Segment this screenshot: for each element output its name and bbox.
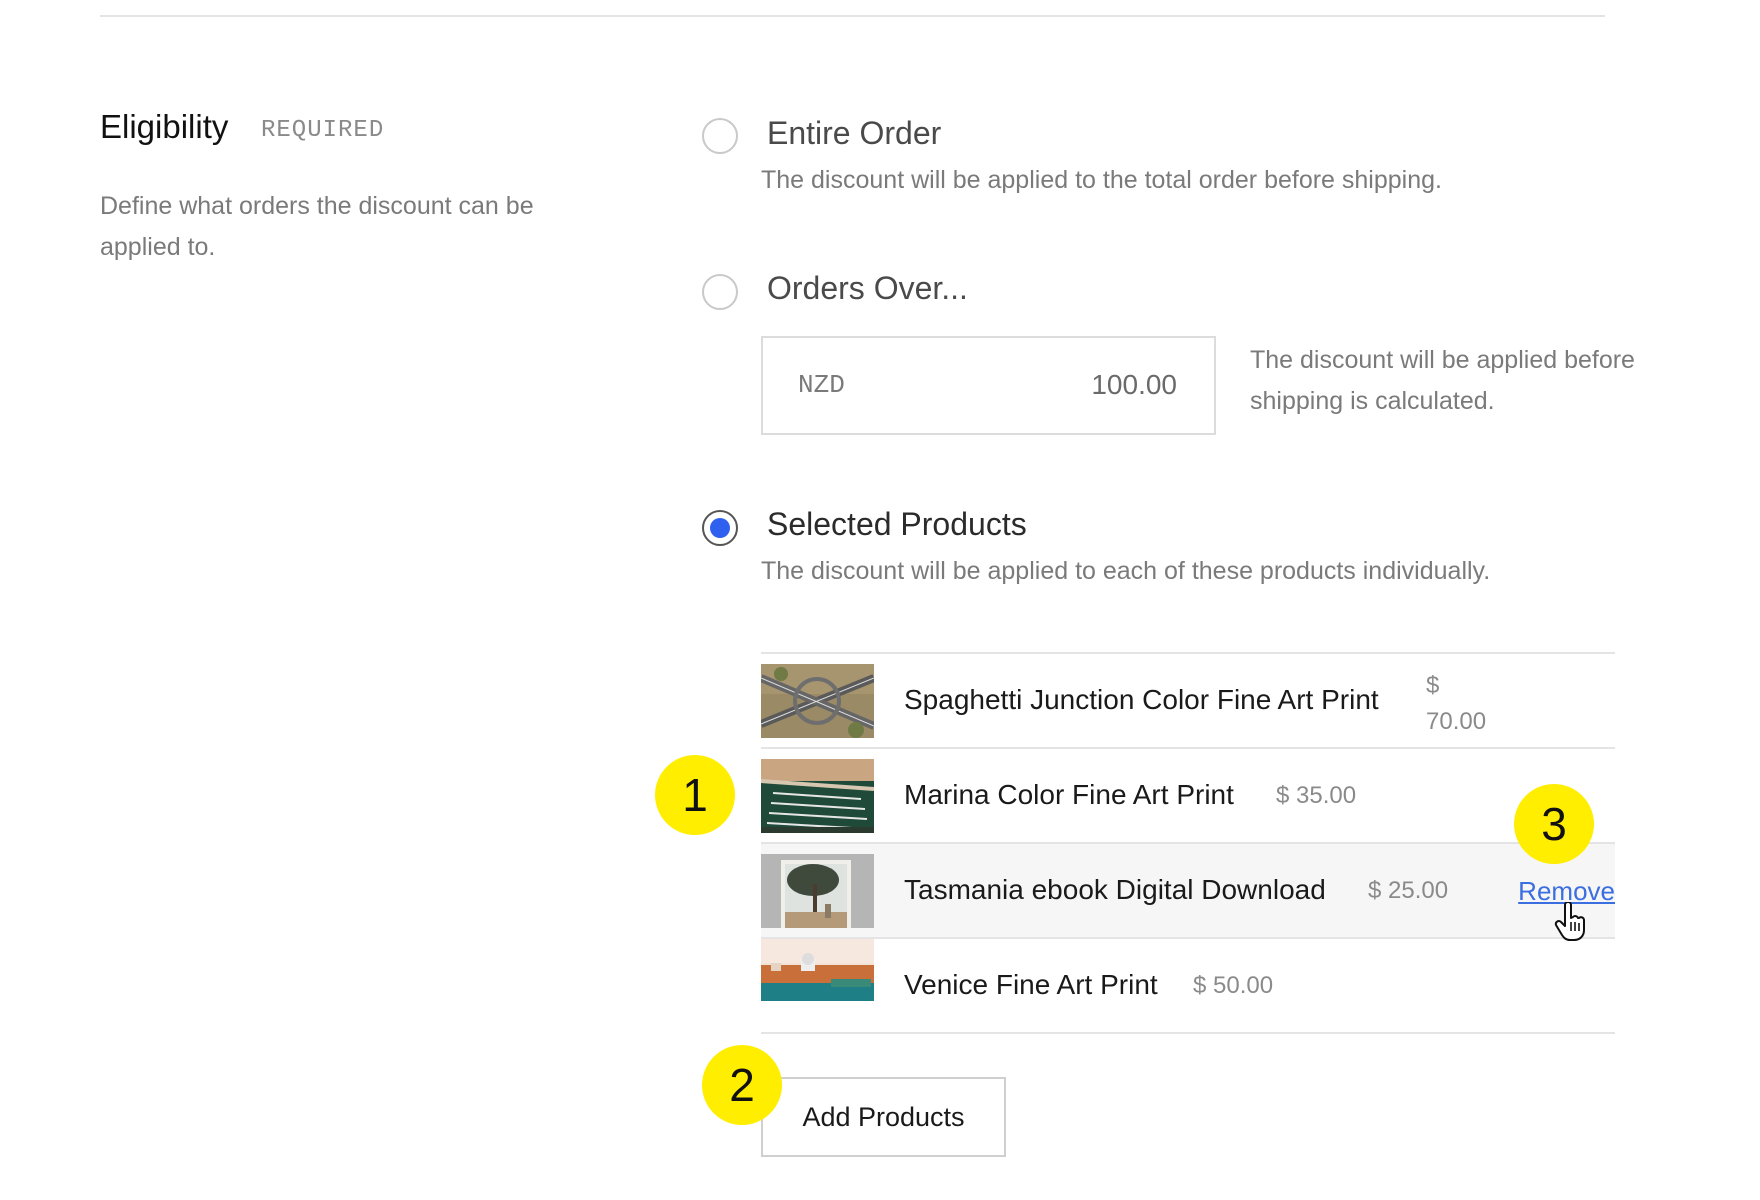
product-price: $ 50.00 [1193, 972, 1274, 999]
section-description: Define what orders the discount can be a… [100, 192, 534, 261]
product-row[interactable]: Venice Fine Art Print $ 50.00 [761, 939, 1615, 1034]
amount-value[interactable]: 100.00 [1091, 369, 1177, 401]
product-name: Spaghetti Junction Color Fine Art Print [904, 684, 1379, 715]
product-list: Spaghetti Junction Color Fine Art Print … [761, 652, 1615, 1034]
option-label-orders-over[interactable]: Orders Over... [767, 270, 968, 307]
option-description-selected-products: The discount will be applied to each of … [761, 557, 1491, 585]
callout-marker-1: 1 [655, 755, 735, 835]
product-row[interactable]: Marina Color Fine Art Print $ 35.00 [761, 749, 1615, 844]
hand-pointer-cursor-icon [1554, 901, 1588, 947]
option-label-entire-order[interactable]: Entire Order [767, 115, 941, 152]
price-currency-symbol: $ [1426, 672, 1440, 699]
product-row[interactable]: Tasmania ebook Digital Download $ 25.00 … [761, 844, 1615, 939]
product-row[interactable]: Spaghetti Junction Color Fine Art Print … [761, 654, 1615, 749]
product-price: $ 70.00 [1426, 668, 1506, 740]
orders-over-amount-field[interactable]: NZD 100.00 [761, 336, 1216, 435]
callout-marker-2: 2 [702, 1045, 782, 1125]
price-value: 70.00 [1426, 708, 1487, 735]
callout-marker-3: 3 [1514, 784, 1594, 864]
product-name: Marina Color Fine Art Print [904, 779, 1234, 810]
radio-selected-products[interactable] [702, 510, 738, 546]
currency-label: NZD [798, 370, 845, 400]
product-price: $ 35.00 [1276, 782, 1357, 809]
add-products-button[interactable]: Add Products [761, 1077, 1006, 1157]
product-name: Tasmania ebook Digital Download [904, 874, 1326, 905]
option-description-entire-order: The discount will be applied to the tota… [761, 166, 1442, 194]
radio-entire-order[interactable] [702, 118, 738, 154]
aerial-marina-photo-icon [761, 759, 874, 833]
section-title: Eligibility [100, 108, 229, 145]
product-price: $ 25.00 [1368, 877, 1449, 904]
radio-orders-over[interactable] [702, 274, 738, 310]
top-divider [100, 15, 1605, 17]
orders-over-note: The discount will be applied before ship… [1250, 346, 1635, 415]
venice-waterfront-photo-icon [761, 939, 874, 1001]
option-label-selected-products[interactable]: Selected Products [767, 506, 1027, 543]
product-name: Venice Fine Art Print [904, 969, 1158, 1000]
aerial-highway-photo-icon [761, 664, 874, 738]
required-tag: REQUIRED [261, 117, 385, 144]
tree-book-cover-icon [761, 854, 874, 928]
